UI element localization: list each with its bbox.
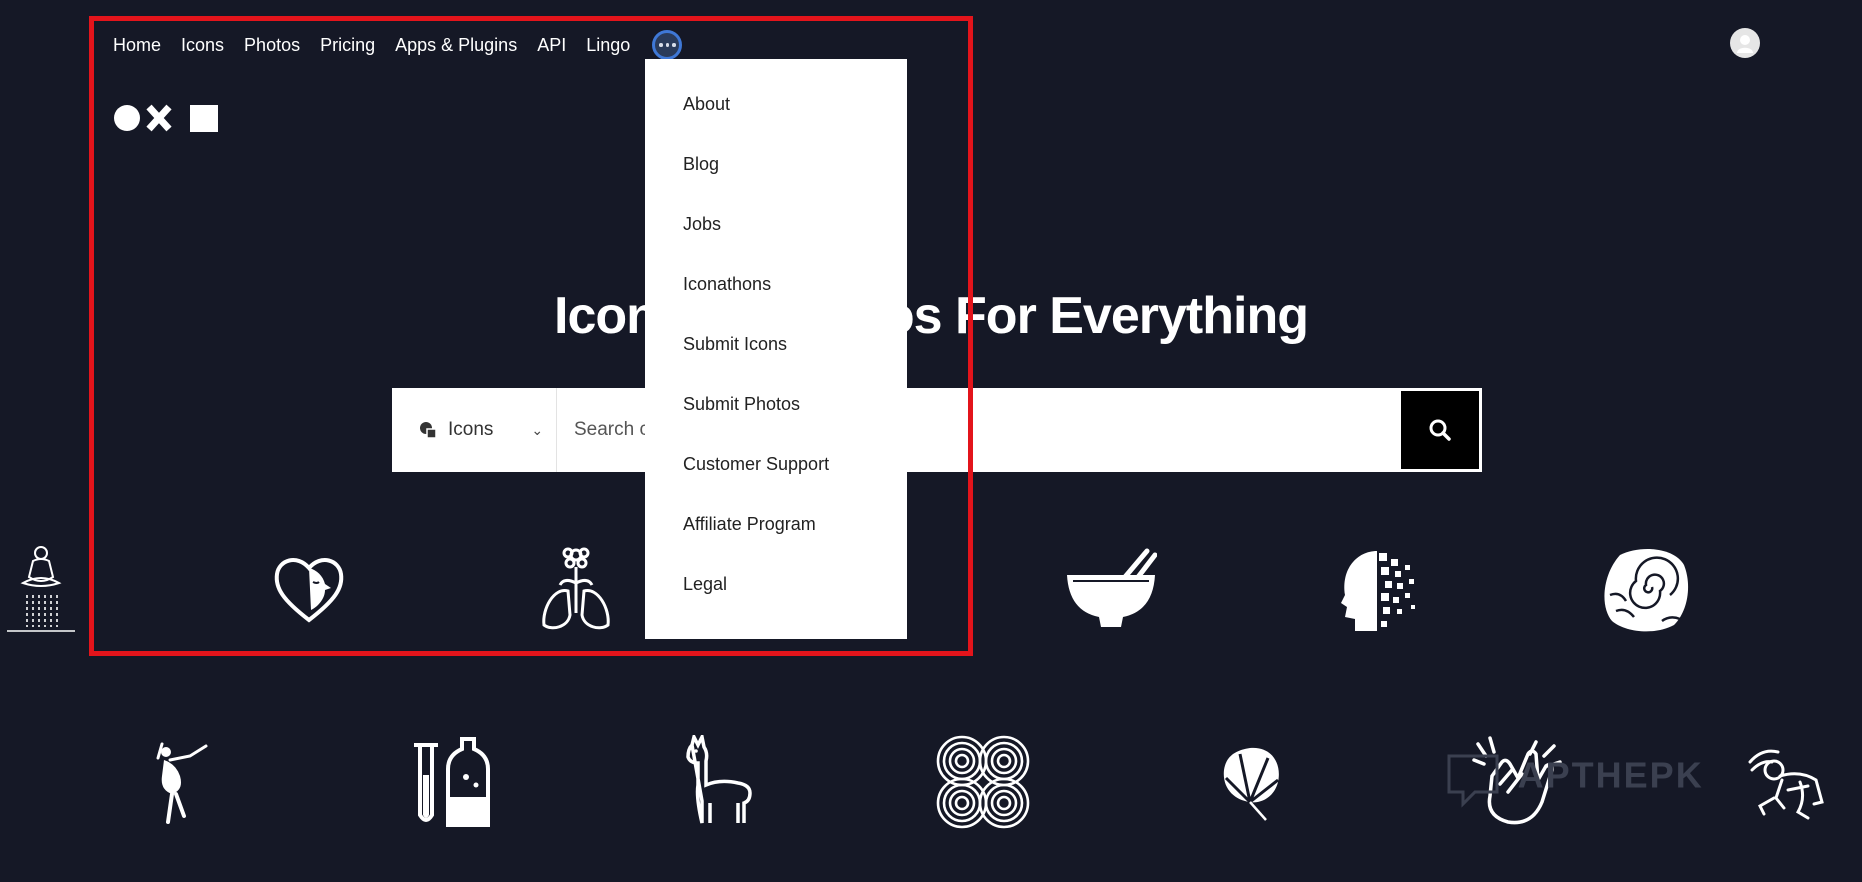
nav-apps-plugins[interactable]: Apps & Plugins bbox=[395, 31, 517, 59]
dizzy-wrestler-icon[interactable] bbox=[1748, 746, 1828, 824]
top-nav: Home Icons Photos Pricing Apps & Plugins… bbox=[113, 30, 683, 60]
watermark-text: APTHEPK bbox=[1517, 754, 1704, 796]
search-button[interactable] bbox=[1401, 391, 1479, 469]
noodle-bowl-icon[interactable] bbox=[1065, 547, 1157, 631]
more-dot bbox=[672, 43, 676, 47]
more-menu-button[interactable] bbox=[652, 30, 683, 60]
menu-item-affiliate-program[interactable]: Affiliate Program bbox=[645, 509, 907, 569]
brand-logo[interactable] bbox=[113, 103, 223, 133]
search-type-label: Icons bbox=[448, 419, 494, 440]
hero-title: Icon os For Everything bbox=[0, 286, 1862, 346]
menu-item-iconathons[interactable]: Iconathons bbox=[645, 269, 907, 329]
menu-item-submit-photos[interactable]: Submit Photos bbox=[645, 389, 907, 449]
menu-item-about[interactable]: About bbox=[645, 89, 907, 149]
hero-title-left: Icon bbox=[554, 287, 658, 345]
ammonite-fossil-icon[interactable] bbox=[1600, 545, 1690, 633]
menu-item-submit-icons[interactable]: Submit Icons bbox=[645, 329, 907, 389]
nav-lingo[interactable]: Lingo bbox=[586, 31, 630, 59]
more-dot bbox=[665, 43, 670, 47]
pixel-head-icon[interactable] bbox=[1335, 545, 1419, 635]
search-icon bbox=[1429, 419, 1451, 441]
spiral-knot-icon[interactable] bbox=[934, 733, 1032, 831]
test-tubes-icon[interactable] bbox=[406, 735, 490, 831]
nav-home[interactable]: Home bbox=[113, 31, 161, 59]
chevron-down-icon: ⌄ bbox=[531, 421, 544, 438]
llama-icon[interactable] bbox=[680, 735, 758, 827]
search-bar: Icons ⌄ bbox=[392, 388, 1482, 472]
user-avatar[interactable] bbox=[1730, 28, 1760, 58]
hero-title-right: os For Everything bbox=[882, 287, 1309, 345]
nav-icons[interactable]: Icons bbox=[181, 31, 224, 59]
more-dots-icon bbox=[659, 43, 663, 47]
search-type-select[interactable]: Icons ⌄ bbox=[392, 388, 557, 472]
lungs-flower-icon[interactable] bbox=[538, 543, 614, 633]
menu-item-customer-support[interactable]: Customer Support bbox=[645, 449, 907, 509]
dancer-icon[interactable] bbox=[150, 742, 210, 824]
watermark: APTHEPK bbox=[1445, 748, 1704, 808]
monstera-leaf-icon[interactable] bbox=[1220, 744, 1284, 822]
more-dropdown-menu: About Blog Jobs Iconathons Submit Icons … bbox=[645, 59, 907, 639]
meditation-shower-icon[interactable] bbox=[5, 543, 77, 635]
icons-category-icon bbox=[420, 422, 437, 439]
menu-item-jobs[interactable]: Jobs bbox=[645, 209, 907, 269]
user-icon bbox=[1737, 35, 1753, 53]
nav-photos[interactable]: Photos bbox=[244, 31, 300, 59]
heart-face-icon[interactable] bbox=[273, 554, 345, 624]
watermark-logo-icon bbox=[1447, 754, 1499, 808]
menu-item-legal[interactable]: Legal bbox=[645, 569, 907, 629]
menu-item-blog[interactable]: Blog bbox=[645, 149, 907, 209]
circle-x-square-logo-icon bbox=[114, 104, 218, 132]
nav-pricing[interactable]: Pricing bbox=[320, 31, 375, 59]
nav-api[interactable]: API bbox=[537, 31, 566, 59]
